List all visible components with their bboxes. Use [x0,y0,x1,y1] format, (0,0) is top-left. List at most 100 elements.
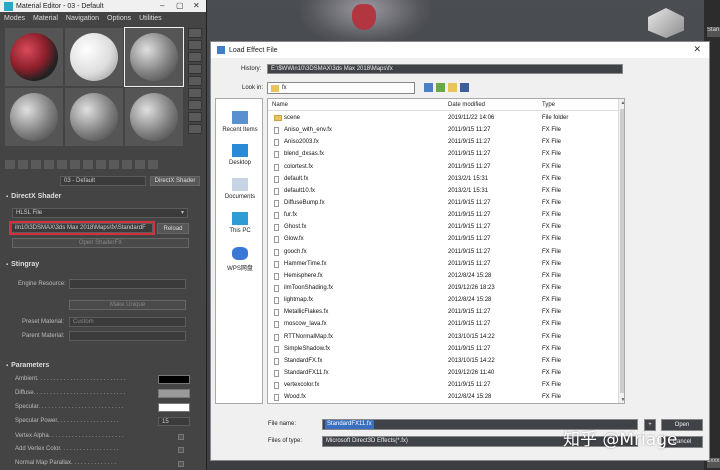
place-recent-items[interactable]: Recent Items [216,111,264,133]
sample-slot-3[interactable] [124,27,184,87]
look-in-dropdown[interactable]: fx [267,82,415,94]
place-wps[interactable]: WPS网盘 [216,247,264,272]
sample-slot-4[interactable] [5,88,63,146]
preset-material-dropdown[interactable]: Custom [69,317,186,327]
file-row[interactable]: Aniso_with_env.fx 2011/9/15 11:27 FX File [268,125,618,137]
reset-map-icon[interactable] [44,160,54,169]
menu-material[interactable]: Material [33,15,58,22]
show-end-result-icon[interactable] [122,160,132,169]
specular-color-swatch[interactable] [158,403,190,412]
file-list-scrollbar[interactable]: ▲ ▼ [618,99,624,403]
assign-to-selection-icon[interactable] [31,160,41,169]
up-folder-icon[interactable] [436,83,445,92]
scrollbar-thumb[interactable] [620,109,624,393]
file-row[interactable]: Ghost.fx 2011/9/15 11:27 FX File [268,222,618,234]
ambient-color-swatch[interactable] [158,375,190,384]
parameters-rollout-header[interactable]: Parameters [4,360,203,371]
show-in-viewport-icon[interactable] [109,160,119,169]
sample-slot-2[interactable] [65,28,123,86]
file-row[interactable]: moscow_lava.fx 2011/9/15 11:27 FX File [268,319,618,331]
menu-navigation[interactable]: Navigation [66,15,99,22]
material-id-icon[interactable] [96,160,106,169]
make-copy-icon[interactable] [57,160,67,169]
open-shaderfx-button[interactable]: Open ShaderFX [12,238,189,248]
file-row[interactable]: default.fx 2013/2/1 15:31 FX File [268,174,618,186]
reload-button[interactable]: Reload [157,223,189,234]
file-row[interactable]: SimpleShadow.fx 2011/9/15 11:27 FX File [268,344,618,356]
file-row[interactable]: scene 2019/11/22 14:06 File folder [268,113,618,125]
maximize-icon[interactable]: ▢ [176,1,184,10]
add-vertex-color-checkbox[interactable] [178,447,184,453]
scroll-up-icon[interactable]: ▲ [619,100,624,106]
background-icon[interactable] [188,52,202,62]
file-row[interactable]: RTTNormalMap.fx 2013/10/15 14:22 FX File [268,332,618,344]
sample-slot-1[interactable] [5,28,63,86]
uv-tiling-icon[interactable] [188,64,202,74]
dialog-close-icon[interactable]: ✕ [693,44,701,55]
material-navigator-icon[interactable] [188,124,202,134]
file-row[interactable]: lightmap.fx 2012/8/24 15:28 FX File [268,295,618,307]
back-icon[interactable] [424,83,433,92]
make-unique-button[interactable]: Make Unique [69,300,186,310]
vertex-alpha-checkbox[interactable] [178,434,184,440]
close-icon[interactable]: ✕ [193,1,200,10]
video-color-check-icon[interactable] [188,76,202,86]
backlight-icon[interactable] [188,40,202,50]
file-row[interactable]: StandardFX.fx 2013/10/15 14:22 FX File [268,356,618,368]
minimize-icon[interactable]: – [160,1,164,10]
place-this-pc[interactable]: This PC [216,212,264,234]
file-row[interactable]: default10.fx 2013/2/1 15:31 FX File [268,186,618,198]
put-to-scene-icon[interactable] [18,160,28,169]
stingray-rollout-header[interactable]: Stingray [4,259,203,270]
directx-shader-rollout-header[interactable]: DirectX Shader [4,191,203,202]
file-row[interactable]: vertexcolor.fx 2011/9/15 11:27 FX File [268,380,618,392]
diffuse-color-swatch[interactable] [158,389,190,398]
file-row[interactable]: colortest.fx 2011/9/15 11:27 FX File [268,162,618,174]
file-row[interactable]: fur.fx 2011/9/15 11:27 FX File [268,210,618,222]
file-row[interactable]: MetallicFlakes.fx 2011/9/15 11:27 FX File [268,307,618,319]
material-name-field[interactable]: 03 - Default [60,176,146,186]
history-dropdown[interactable]: E:\$WWin10\3DSMAX\3ds Max 2018\Maps\fx [267,64,623,74]
shader-mode-dropdown[interactable]: HLSL File [12,208,188,218]
place-desktop[interactable]: Desktop [216,144,264,166]
column-date-modified[interactable]: Date modified [448,102,485,108]
view-menu-icon[interactable] [460,83,469,92]
engine-resource-field[interactable] [69,279,186,289]
file-row[interactable]: blend_dxsas.fx 2011/9/15 11:27 FX File [268,149,618,161]
file-row[interactable]: HammerTime.fx 2011/9/15 11:27 FX File [268,259,618,271]
menu-options[interactable]: Options [107,15,131,22]
viewcube-icon[interactable] [648,8,684,38]
make-preview-icon[interactable] [188,88,202,98]
file-row[interactable]: StandardFX11.fx 2019/12/26 11:40 FX File [268,368,618,380]
material-type-button[interactable]: DirectX Shader [150,176,200,186]
new-folder-icon[interactable] [448,83,457,92]
go-to-parent-icon[interactable] [135,160,145,169]
place-documents[interactable]: Documents [216,178,264,200]
column-type[interactable]: Type [542,102,555,108]
go-forward-sibling-icon[interactable] [148,160,158,169]
specular-power-spinner[interactable]: 15 [158,417,190,426]
put-to-library-icon[interactable] [83,160,93,169]
column-name[interactable]: Name [272,102,288,108]
sample-slot-5[interactable] [65,88,123,146]
menu-modes[interactable]: Modes [4,15,25,22]
options-icon[interactable] [188,100,202,110]
file-row[interactable]: gooch.fx 2011/9/15 11:27 FX File [268,247,618,259]
file-name: gooch.fx [284,248,307,255]
menu-utilities[interactable]: Utilities [139,15,162,22]
file-row[interactable]: DiffuseBump.fx 2011/9/15 11:27 FX File [268,198,618,210]
file-row[interactable]: Aniso2003.fx 2011/9/15 11:27 FX File [268,137,618,149]
sample-slot-6[interactable] [125,88,183,146]
command-panel-item[interactable]: Stan [707,27,720,37]
parent-material-field[interactable] [69,331,186,341]
select-by-material-icon[interactable] [188,112,202,122]
get-material-icon[interactable] [5,160,15,169]
file-row[interactable]: Wood.fx 2012/8/24 15:28 FX File [268,392,618,403]
normal-map-parallax-checkbox[interactable] [178,461,184,467]
scroll-down-icon[interactable]: ▼ [619,397,624,403]
file-row[interactable]: Hemisphere.fx 2012/8/24 15:28 FX File [268,271,618,283]
make-unique-icon[interactable] [70,160,80,169]
sample-type-icon[interactable] [188,28,202,38]
file-row[interactable]: Glow.fx 2011/9/15 11:27 FX File [268,234,618,246]
file-row[interactable]: ilmToonShading.fx 2019/12/26 18:23 FX File [268,283,618,295]
